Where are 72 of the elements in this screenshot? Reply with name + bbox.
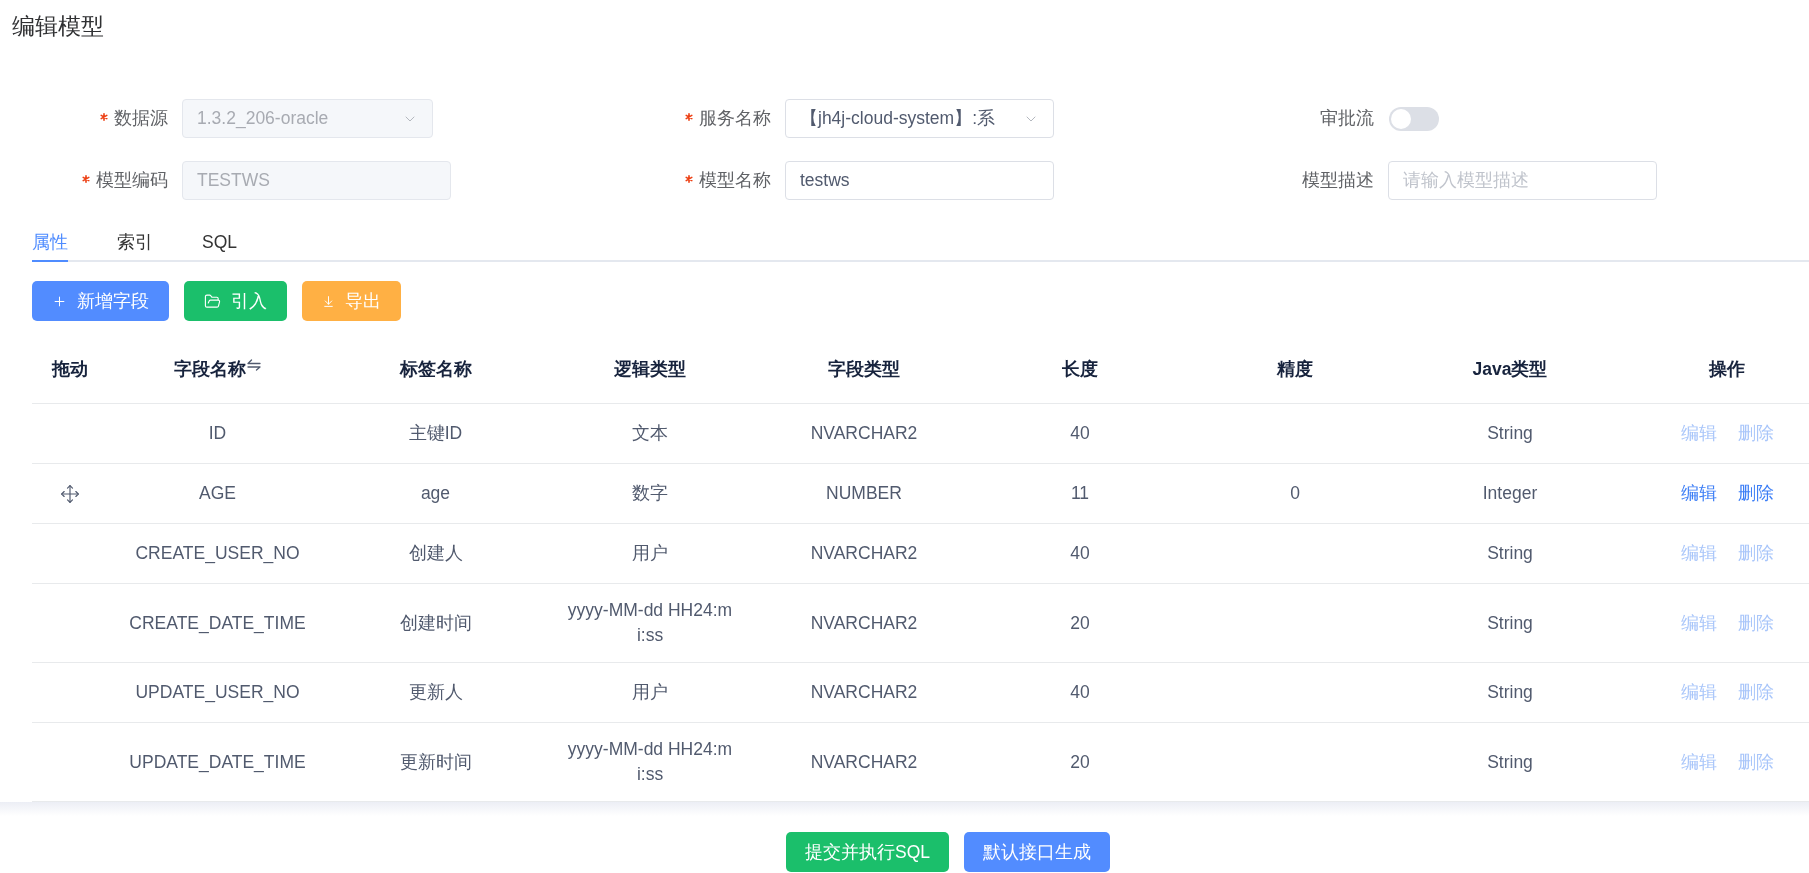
table-cell-text: yyyy-MM-dd HH24:mi:ss [567, 599, 733, 647]
table-cell-text: 创建人 [408, 542, 463, 565]
field-label: 模型编码 [96, 169, 168, 193]
text-input[interactable]: 请输入模型描述 [1388, 161, 1657, 200]
add-button[interactable]: 新增字段 [32, 281, 169, 321]
field-label: 审批流 [1320, 107, 1374, 131]
select-field[interactable]: 【jh4j-cloud-system】:系 [785, 99, 1054, 138]
table-cell-text: NVARCHAR2 [810, 611, 918, 635]
field-label: 模型名称 [699, 169, 771, 193]
import-button[interactable]: 引入 [184, 281, 287, 321]
column-header: 长度 [1062, 357, 1098, 381]
sort-icon[interactable] [247, 359, 261, 371]
column-header: Java类型 [1472, 357, 1548, 381]
column-header: 拖动 [51, 357, 88, 381]
table-cell-text: String [1487, 681, 1533, 704]
table-cell-text: CREATE_DATE_TIME [129, 611, 306, 635]
table-cell-text: String [1487, 611, 1533, 635]
table-cell-text: String [1487, 422, 1533, 445]
action-link[interactable]: 删除 [1737, 481, 1774, 506]
table-cell-text: 更新时间 [399, 750, 472, 774]
table-cell-text: 用户 [632, 542, 668, 565]
move-icon[interactable] [59, 483, 80, 504]
column-header: 字段名称 [174, 357, 246, 381]
table-cell-text: UPDATE_DATE_TIME [129, 750, 306, 774]
table-cell-text: 40 [1070, 542, 1090, 565]
table-cell-text: CREATE_USER_NO [135, 542, 300, 566]
table-cell-text: NVARCHAR2 [810, 681, 918, 704]
table-cell-text: NVARCHAR2 [810, 750, 918, 774]
table-cell-text: UPDATE_USER_NO [135, 681, 300, 705]
export-button[interactable]: 导出 [302, 281, 401, 321]
text-input[interactable]: testws [785, 161, 1054, 200]
column-header: 逻辑类型 [614, 357, 686, 381]
table-cell-text: yyyy-MM-dd HH24:mi:ss [567, 738, 733, 786]
table-cell-text: Integer [1482, 482, 1538, 505]
table-cell-text: 文本 [632, 422, 668, 445]
table-cell-text: ID [208, 422, 227, 445]
table-cell-text: 0 [1290, 482, 1300, 505]
table-cell-text: 40 [1070, 422, 1090, 445]
field-label: 模型描述 [1302, 169, 1374, 193]
table-cell-text: String [1487, 542, 1533, 565]
tab[interactable]: 索引 [117, 226, 153, 262]
folder-icon [204, 292, 221, 310]
table-cell-text: 11 [1070, 482, 1090, 505]
plus-icon [52, 293, 67, 309]
generate-button[interactable]: 默认接口生成 [964, 832, 1110, 872]
table-cell-text: NVARCHAR2 [810, 422, 918, 445]
action-link[interactable]: 编辑 [1680, 481, 1717, 506]
table-cell-text: 40 [1070, 681, 1090, 704]
table-cell-text: 主键ID [408, 422, 463, 445]
tab[interactable]: 属性 [32, 226, 68, 262]
table-cell-text: 用户 [632, 681, 668, 704]
table-cell-text: 创建时间 [399, 611, 472, 635]
table-cell-text: String [1487, 750, 1533, 774]
table-cell-text: NVARCHAR2 [810, 542, 918, 565]
column-header: 精度 [1277, 357, 1313, 381]
table-cell-text: NUMBER [826, 482, 902, 505]
tab[interactable]: SQL [202, 226, 238, 262]
field-label: 服务名称 [699, 107, 771, 131]
column-header: 操作 [1709, 357, 1745, 381]
field-label: 数据源 [114, 107, 168, 131]
page-title: 编辑模型 [12, 13, 104, 41]
table-cell-text: age [420, 482, 451, 505]
column-header: 标签名称 [399, 357, 472, 381]
table-cell-text: 数字 [632, 482, 668, 505]
table-cell-text: 20 [1070, 611, 1090, 635]
column-header: 字段类型 [828, 357, 900, 381]
submit-button[interactable]: 提交并执行SQL [786, 832, 949, 872]
toggle-switch[interactable] [1389, 106, 1439, 131]
table-cell-text: 20 [1070, 750, 1090, 774]
table-cell-text: 更新人 [408, 681, 463, 704]
download-icon [322, 294, 335, 308]
table-cell-text: AGE [199, 482, 236, 505]
